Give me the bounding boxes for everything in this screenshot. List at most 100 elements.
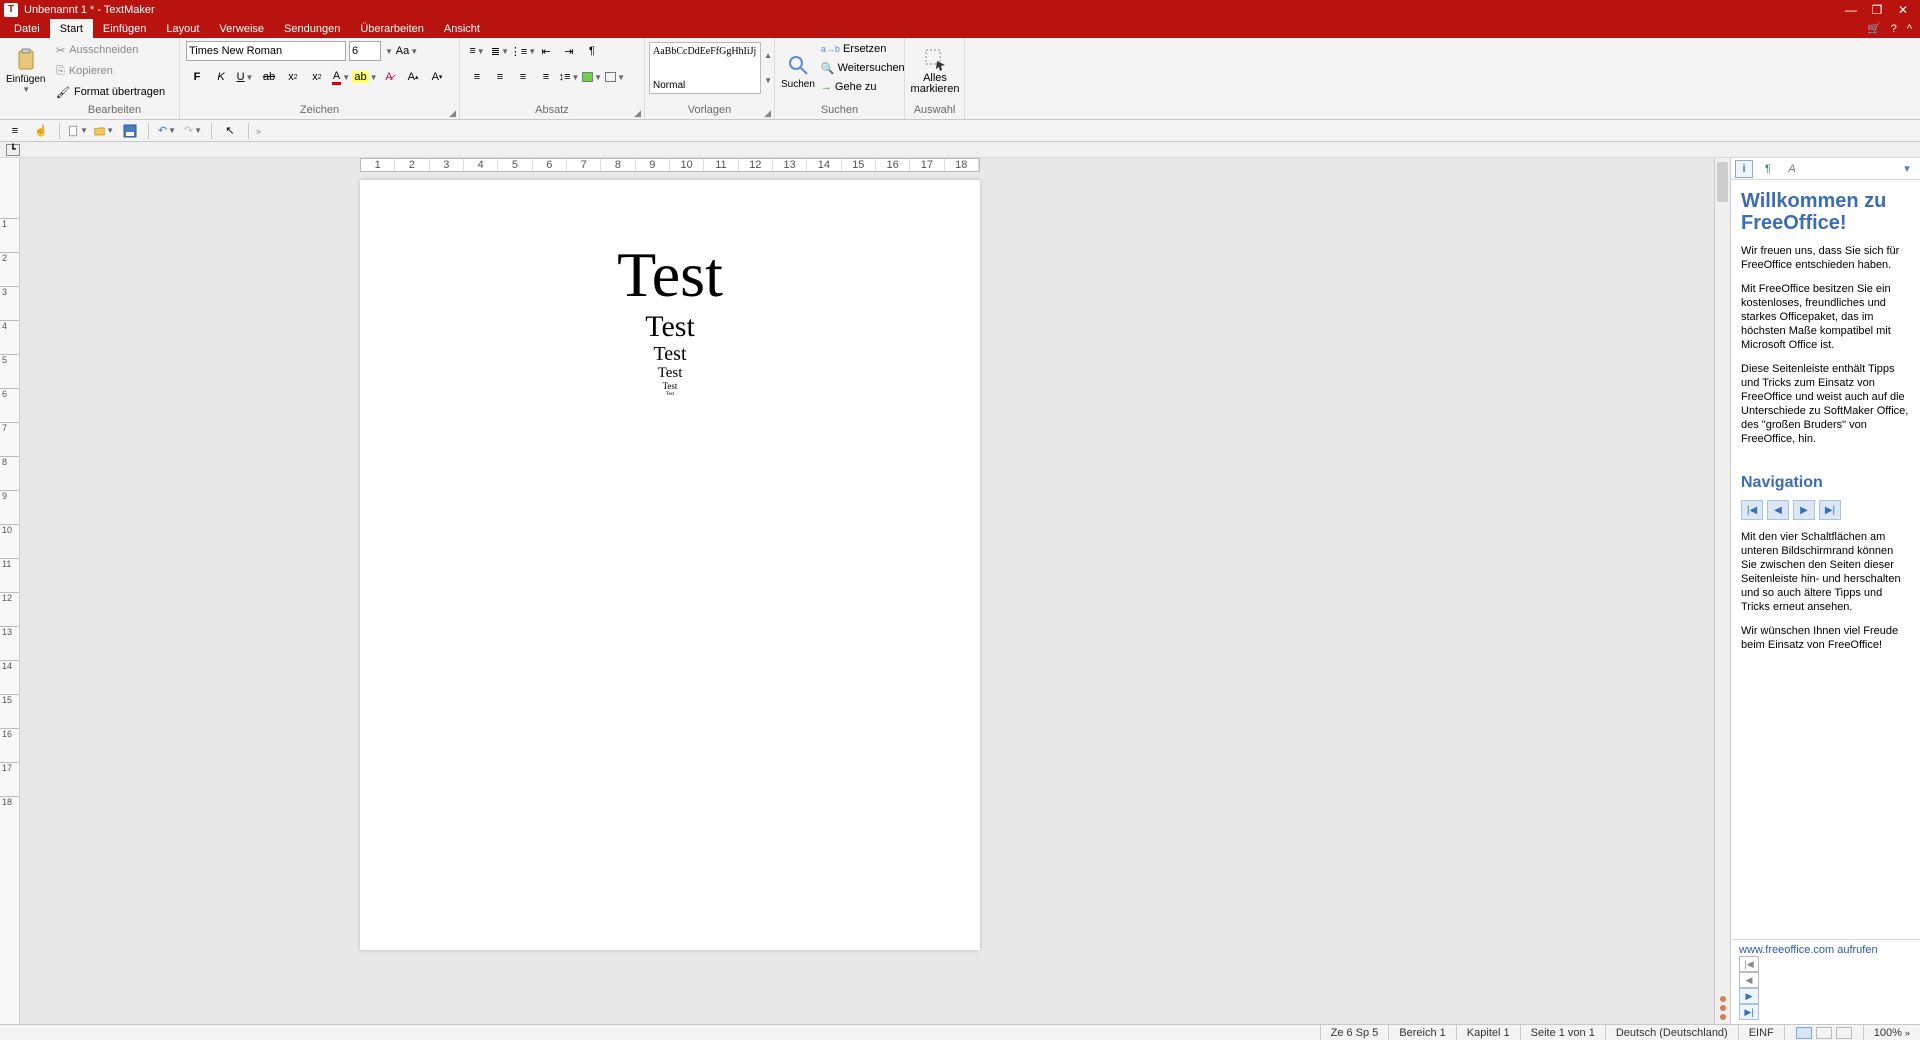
align-left-button[interactable]: ≡: [466, 66, 488, 88]
absatz-launcher[interactable]: ◢: [634, 108, 641, 119]
view-master-button[interactable]: [1816, 1027, 1832, 1039]
style-gallery-item[interactable]: AaBbCcDdEeFfGgHhIiJj Normal ▲ ▼: [649, 42, 761, 94]
collapse-ribbon-icon[interactable]: ^: [1907, 23, 1912, 35]
shrink-font-button[interactable]: A▾: [426, 66, 448, 88]
footer-nav-first[interactable]: |◀: [1739, 956, 1759, 972]
search-button[interactable]: Suchen: [781, 40, 815, 102]
copy-button[interactable]: ⎘Kopieren: [56, 61, 165, 81]
cart-icon[interactable]: 🛒: [1867, 22, 1881, 35]
style-scroll-up[interactable]: ▲: [764, 51, 772, 60]
document-area[interactable]: 123456789101112131415161718 TestTestTest…: [20, 158, 1714, 1024]
status-kapitel[interactable]: Kapitel 1: [1456, 1025, 1520, 1040]
subscript-button[interactable]: x2: [282, 66, 304, 88]
scrollbar-thumb[interactable]: [1717, 162, 1728, 202]
bold-button[interactable]: F: [186, 66, 208, 88]
tab-ansicht[interactable]: Ansicht: [434, 19, 490, 38]
freeoffice-link[interactable]: www.freeoffice.com aufrufen: [1739, 944, 1878, 956]
footer-nav-prev[interactable]: ◀: [1739, 972, 1759, 988]
tab-sendungen[interactable]: Sendungen: [274, 19, 350, 38]
sidetab-dropdown[interactable]: ▾: [1898, 160, 1916, 178]
qat-open-button[interactable]: ▼: [93, 120, 115, 142]
change-case-button[interactable]: Aa▼: [396, 40, 418, 62]
zeichen-launcher[interactable]: ◢: [449, 108, 456, 119]
view-outline-button[interactable]: [1836, 1027, 1852, 1039]
vertical-ruler[interactable]: 123456789101112131415161718: [0, 158, 20, 1024]
italic-button[interactable]: K: [210, 66, 232, 88]
align-right-button[interactable]: ≡: [512, 66, 534, 88]
nav-last-button[interactable]: ▶|: [1819, 500, 1841, 520]
status-seite[interactable]: Seite 1 von 1: [1520, 1025, 1605, 1040]
font-family-combo[interactable]: [186, 41, 346, 61]
qat-menu-icon[interactable]: ≡: [4, 120, 26, 142]
qat-redo-button[interactable]: ↷▼: [182, 120, 204, 142]
paste-button[interactable]: Einfügen ▼: [6, 40, 45, 102]
status-position[interactable]: Ze 6 Sp 5: [1320, 1025, 1389, 1040]
help-icon[interactable]: ?: [1891, 23, 1897, 35]
replace-button[interactable]: a→bErsetzen: [819, 40, 907, 58]
style-scroll-down[interactable]: ▼: [764, 76, 772, 85]
tab-verweise[interactable]: Verweise: [209, 19, 274, 38]
select-all-button[interactable]: Allesmarkieren: [911, 40, 959, 102]
tab-datei[interactable]: Datei: [4, 19, 50, 38]
qat-expand-icon[interactable]: »: [256, 126, 261, 136]
tab-einfuegen[interactable]: Einfügen: [93, 19, 156, 38]
document-line[interactable]: Test: [420, 365, 920, 382]
status-insert-mode[interactable]: EINF: [1738, 1025, 1784, 1040]
bullets-button[interactable]: ≡▼: [466, 40, 488, 62]
multilevel-button[interactable]: ⋮≡▼: [512, 40, 534, 62]
qat-touch-icon[interactable]: ☝: [30, 120, 52, 142]
status-zoom[interactable]: 100% »: [1863, 1025, 1920, 1040]
show-marks-button[interactable]: ¶: [581, 40, 603, 62]
qat-undo-button[interactable]: ↶▼: [156, 120, 178, 142]
status-language[interactable]: Deutsch (Deutschland): [1605, 1025, 1738, 1040]
tab-layout[interactable]: Layout: [156, 19, 209, 38]
underline-button[interactable]: U▼: [234, 66, 256, 88]
increase-indent-button[interactable]: ⇥: [558, 40, 580, 62]
browse-object-buttons[interactable]: [1715, 996, 1730, 1020]
tabstop-selector[interactable]: ┗: [6, 144, 20, 156]
tab-start[interactable]: Start: [50, 19, 93, 38]
document-line[interactable]: Test: [420, 343, 920, 365]
page[interactable]: TestTestTestTestTestTest: [360, 180, 980, 950]
view-normal-button[interactable]: [1796, 1027, 1812, 1039]
font-color-button[interactable]: A▼: [330, 66, 352, 88]
clear-format-button[interactable]: A̷: [378, 66, 400, 88]
decrease-indent-button[interactable]: ⇤: [535, 40, 557, 62]
nav-next-button[interactable]: ▶: [1793, 500, 1815, 520]
superscript-button[interactable]: x2: [306, 66, 328, 88]
qat-new-button[interactable]: ▼: [67, 120, 89, 142]
cut-button[interactable]: ✂Ausschneiden: [56, 40, 165, 60]
status-bereich[interactable]: Bereich 1: [1388, 1025, 1455, 1040]
borders-button[interactable]: ▼: [604, 66, 626, 88]
qat-cursor-icon[interactable]: ↖: [219, 120, 241, 142]
format-painter-button[interactable]: 🖌Format übertragen: [56, 82, 165, 102]
sidetab-info[interactable]: i: [1735, 160, 1753, 178]
close-button[interactable]: ✕: [1890, 3, 1916, 17]
document-line[interactable]: Test: [420, 392, 920, 398]
numbering-button[interactable]: ≣▼: [489, 40, 511, 62]
qat-save-button[interactable]: [119, 120, 141, 142]
vorlagen-launcher[interactable]: ◢: [764, 108, 771, 119]
font-size-combo[interactable]: [349, 41, 381, 61]
grow-font-button[interactable]: A▴: [402, 66, 424, 88]
nav-first-button[interactable]: |◀: [1741, 500, 1763, 520]
goto-button[interactable]: →Gehe zu: [819, 78, 907, 96]
minimize-button[interactable]: —: [1838, 3, 1864, 17]
strikethrough-button[interactable]: ab: [258, 66, 280, 88]
find-next-button[interactable]: 🔍Weitersuchen: [819, 59, 907, 77]
horizontal-ruler[interactable]: 123456789101112131415161718: [360, 158, 980, 172]
document-line[interactable]: Test: [420, 310, 920, 343]
sidetab-paragraph[interactable]: ¶: [1759, 160, 1777, 178]
footer-nav-next[interactable]: ▶: [1739, 988, 1759, 1004]
font-size-dropdown[interactable]: ▼: [385, 47, 393, 56]
tab-ueberarbeiten[interactable]: Überarbeiten: [350, 19, 434, 38]
line-spacing-button[interactable]: ↕≡▼: [558, 66, 580, 88]
justify-button[interactable]: ≡: [535, 66, 557, 88]
vertical-scrollbar[interactable]: [1714, 158, 1730, 1024]
document-line[interactable]: Test: [420, 240, 920, 310]
sidetab-character[interactable]: A: [1783, 160, 1801, 178]
nav-prev-button[interactable]: ◀: [1767, 500, 1789, 520]
document-line[interactable]: Test: [420, 382, 920, 392]
align-center-button[interactable]: ≡: [489, 66, 511, 88]
shading-button[interactable]: ▼: [581, 66, 603, 88]
